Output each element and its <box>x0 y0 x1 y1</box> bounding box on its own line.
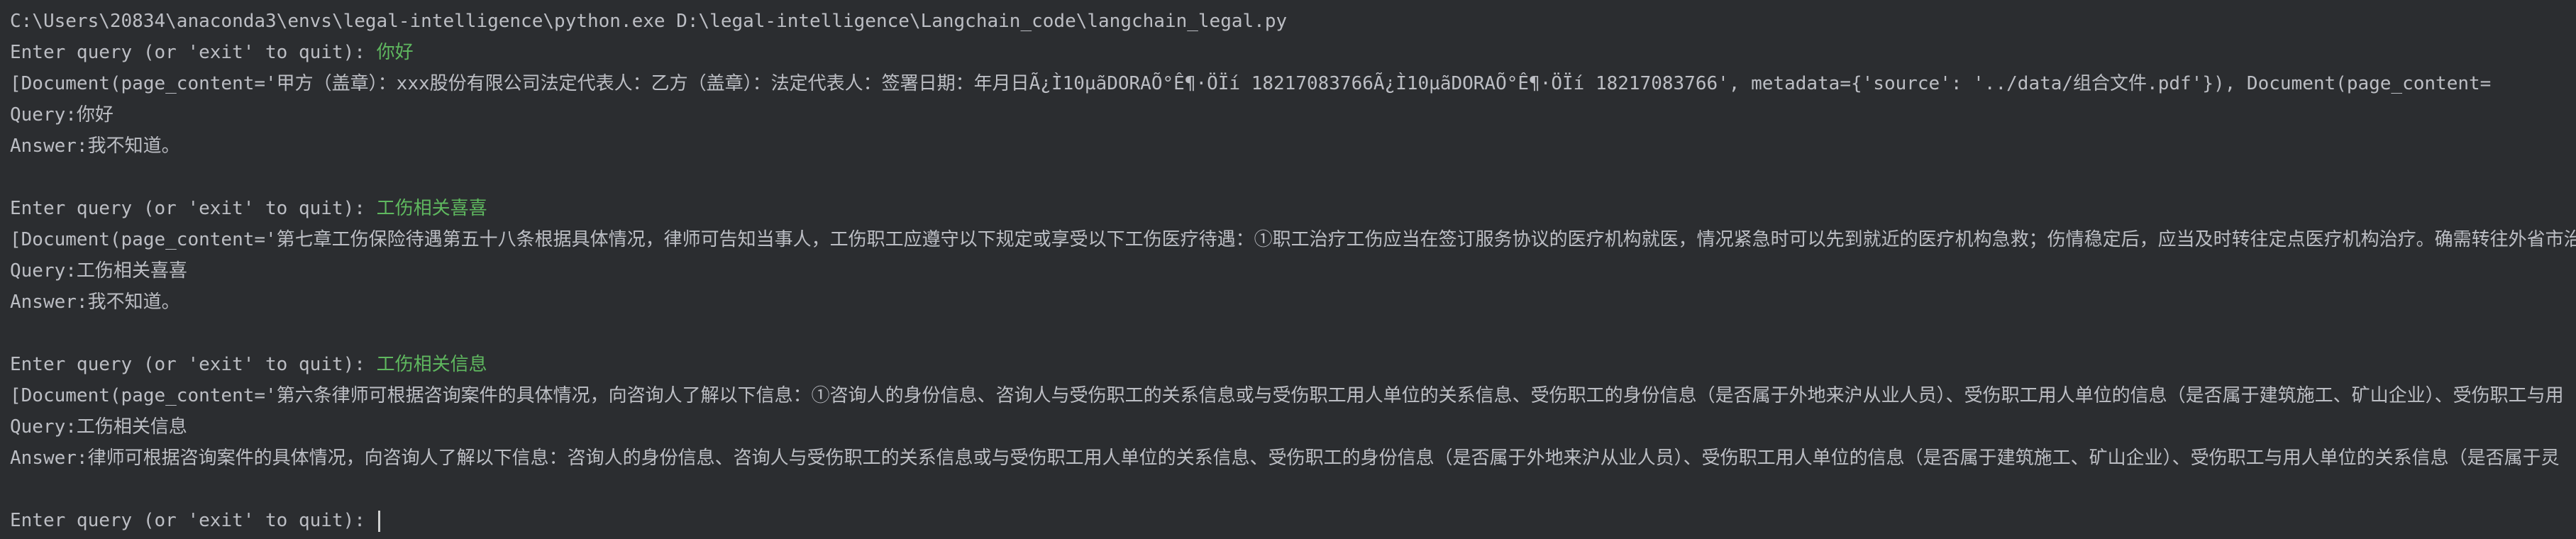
document-output: [Document(page_content='第七章工伤保险待遇第五十八条根据… <box>10 229 2576 250</box>
prompt-label: Enter query (or 'exit' to quit): <box>10 42 377 63</box>
prompt-line: Enter query (or 'exit' to quit): 工伤相关喜喜 <box>10 193 2576 224</box>
answer-output: Answer:我不知道。 <box>10 135 180 157</box>
text-cursor[interactable] <box>377 510 380 532</box>
user-query-input: 工伤相关喜喜 <box>376 198 487 219</box>
prompt-line: Enter query (or 'exit' to quit): 你好 <box>10 37 2576 68</box>
prompt-label: Enter query (or 'exit' to quit): <box>10 510 377 531</box>
query-echo: Query:工伤相关喜喜 <box>10 260 187 282</box>
query-echo: Query:工伤相关信息 <box>10 416 187 438</box>
user-query-input: 工伤相关信息 <box>376 354 487 375</box>
active-prompt-line[interactable]: Enter query (or 'exit' to quit): <box>10 505 2576 536</box>
prompt-line: Enter query (or 'exit' to quit): 工伤相关信息 <box>10 349 2576 380</box>
prompt-label: Enter query (or 'exit' to quit): <box>10 354 377 375</box>
command-line: C:\Users\20834\anaconda3\envs\legal-inte… <box>10 11 1288 32</box>
prompt-label: Enter query (or 'exit' to quit): <box>10 198 377 219</box>
answer-output: Answer:我不知道。 <box>10 291 180 313</box>
document-output: [Document(page_content='甲方（盖章）：xxx股份有限公司… <box>10 73 2492 94</box>
answer-output: Answer:律师可根据咨询案件的具体情况，向咨询人了解以下信息：咨询人的身份信… <box>10 448 2560 469</box>
terminal-console[interactable]: C:\Users\20834\anaconda3\envs\legal-inte… <box>0 0 2576 539</box>
user-query-input: 你好 <box>376 42 414 63</box>
document-output: [Document(page_content='第六条律师可根据咨询案件的具体情… <box>10 385 2564 406</box>
query-echo: Query:你好 <box>10 104 114 126</box>
